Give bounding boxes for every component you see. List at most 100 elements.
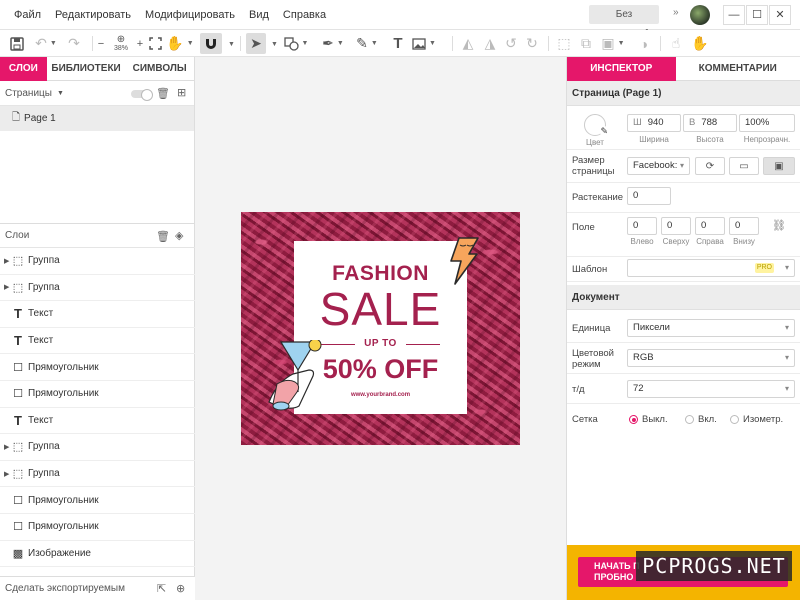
expand-arrow-icon[interactable]: ▶ [4, 257, 9, 265]
rotate-right-icon[interactable]: ↻ [524, 33, 540, 54]
grid-isometric-label[interactable]: Изометр. [743, 414, 783, 425]
bleed-field[interactable]: 0 [627, 187, 671, 205]
menu-file[interactable]: Файл [0, 9, 48, 21]
ungroup-icon[interactable]: ⧉ [578, 33, 594, 54]
add-export-icon[interactable]: ⊕ [176, 582, 185, 595]
group-icon[interactable]: ⬚ [556, 33, 572, 54]
pen-tool-icon[interactable]: ✒ ▼ [320, 33, 346, 54]
layer-row[interactable]: ☐ Прямоугольник [0, 514, 195, 541]
tab-symbols[interactable]: СИМВОЛЫ [125, 57, 194, 81]
layer-row[interactable]: T Текст [0, 408, 195, 435]
margin-left-field[interactable]: 0 [627, 217, 657, 235]
save-icon[interactable] [8, 33, 26, 54]
export-icon[interactable]: ⇱ [157, 582, 166, 595]
make-exportable-link[interactable]: Сделать экспортируемым [5, 583, 125, 594]
color-label: Цвет [586, 138, 604, 147]
layer-row[interactable]: ☐ Прямоугольник [0, 354, 195, 381]
undo-icon[interactable]: ↶ ▼ [32, 33, 60, 54]
image-tool-icon[interactable]: ▼ [411, 33, 437, 54]
template-dropdown[interactable]: PRO ▾ [627, 259, 795, 277]
hand-tool-icon[interactable]: ✋ ▼ [166, 33, 193, 54]
margin-right-field[interactable]: 0 [695, 217, 725, 235]
tab-libraries[interactable]: БИБЛИОТЕКИ [47, 57, 126, 81]
tab-layers[interactable]: СЛОИ [0, 57, 47, 81]
layer-row[interactable]: ▶ ⬚ Группа [0, 434, 195, 461]
shape-tool-icon[interactable]: ▼ [283, 33, 309, 54]
text-tool-icon[interactable]: T [390, 33, 406, 54]
zoom-out-icon[interactable]: − [96, 33, 106, 54]
menu-modify[interactable]: Модифицировать [138, 9, 242, 21]
fit-screen-icon[interactable] [147, 33, 163, 54]
menu-view[interactable]: Вид [242, 9, 276, 21]
layer-row[interactable]: T Текст [0, 301, 195, 328]
grid-off-radio[interactable] [629, 415, 638, 424]
page-item[interactable]: 🗋 Page 1 [0, 106, 194, 131]
pointer-tool-icon[interactable]: ➤ [246, 33, 266, 54]
menu-help[interactable]: Справка [276, 9, 333, 21]
page-size-label: Размер страницы [572, 155, 615, 177]
page-color-swatch[interactable]: ✎ [584, 114, 608, 137]
layer-name: Прямоугольник [28, 521, 99, 533]
dpi-dropdown[interactable]: 72 ▾ [627, 380, 795, 398]
expand-arrow-icon[interactable]: ▶ [4, 283, 9, 291]
maximize-button[interactable]: ☐ [746, 5, 768, 25]
cocktail-glass-icon[interactable] [265, 340, 325, 420]
canvas[interactable]: FASHION SALE UP TO 50% OFF www.yourbrand… [196, 57, 566, 600]
margin-bottom-field[interactable]: 0 [729, 217, 759, 235]
layer-row[interactable]: T Текст [0, 328, 195, 355]
delete-layer-icon[interactable]: 🗑 [156, 230, 170, 243]
flip-horizontal-icon[interactable]: ◭ [460, 33, 476, 54]
grid-off-label[interactable]: Выкл. [642, 414, 668, 425]
grid-on-label[interactable]: Вкл. [698, 414, 717, 425]
opacity-field[interactable]: 100% [739, 114, 795, 132]
close-button[interactable]: ✕ [769, 5, 791, 25]
document-tab[interactable]: Без названия-1 [589, 5, 659, 39]
layer-row[interactable]: ▩ Изображение [0, 541, 195, 568]
artboard[interactable]: FASHION SALE UP TO 50% OFF www.yourbrand… [241, 212, 520, 445]
tabs-overflow-icon[interactable]: » [673, 7, 679, 18]
redo-icon[interactable]: ↷ [66, 33, 82, 54]
add-layer-icon[interactable]: ◈ [175, 229, 183, 242]
layer-text-icon: T [14, 333, 22, 349]
layer-row[interactable]: ▶ ⬚ Группа [0, 461, 195, 488]
delete-page-icon[interactable]: 🗑 [156, 87, 170, 100]
avatar[interactable] [690, 5, 710, 25]
tab-inspector[interactable]: ИНСПЕКТОР [567, 57, 676, 81]
unit-dropdown[interactable]: Пиксели ▾ [627, 319, 795, 337]
grid-isometric-radio[interactable] [730, 415, 739, 424]
menu-edit[interactable]: Редактировать [48, 9, 138, 21]
height-field[interactable]: В 788 [683, 114, 737, 132]
layer-row[interactable]: ☐ Прямоугольник [0, 381, 195, 408]
zoom-control[interactable]: ⊕ 38% [110, 33, 132, 54]
pages-dropdown-icon[interactable]: ▼ [57, 90, 64, 97]
layer-row[interactable]: ▶ ⬚ Группа [0, 275, 195, 302]
pencil-tool-icon[interactable]: ✎ ▼ [354, 33, 380, 54]
rotate-left-icon[interactable]: ↺ [503, 33, 519, 54]
landscape-icon[interactable]: ▣ [763, 157, 795, 175]
sale-text[interactable]: SALE [294, 282, 467, 336]
expand-arrow-icon[interactable]: ▶ [4, 470, 9, 478]
orientation-icon[interactable]: ⟳ [695, 157, 725, 175]
add-page-icon[interactable]: ⊞ [177, 86, 186, 99]
flip-vertical-icon[interactable]: ◮ [482, 33, 498, 54]
minimize-button[interactable]: — [723, 5, 745, 25]
tab-comments[interactable]: КОММЕНТАРИИ [676, 57, 800, 81]
mask-icon[interactable]: ◑ [636, 33, 652, 54]
portrait-icon[interactable]: ▭ [729, 157, 759, 175]
snap-magnet-icon[interactable] [200, 33, 222, 54]
pick-color-icon[interactable]: ☝ [668, 33, 684, 54]
layer-row[interactable]: ☐ Прямоугольник [0, 487, 195, 514]
arrange-icon[interactable]: ▣ ▼ [600, 33, 626, 54]
expand-arrow-icon[interactable]: ▶ [4, 443, 9, 451]
layer-row[interactable]: ▶ ⬚ Группа [0, 248, 195, 275]
pages-toggle[interactable] [131, 89, 153, 101]
lightning-bolt-icon[interactable] [445, 237, 480, 285]
color-mode-dropdown[interactable]: RGB ▾ [627, 349, 795, 367]
width-field[interactable]: Ш 940 [627, 114, 681, 132]
grid-on-radio[interactable] [685, 415, 694, 424]
zoom-in-icon[interactable]: + [135, 33, 145, 54]
paint-bucket-icon[interactable]: ✋ [691, 33, 708, 54]
page-size-dropdown[interactable]: Facebook: ▾ [627, 157, 690, 175]
link-icon[interactable]: ⛓ [772, 219, 786, 232]
margin-top-field[interactable]: 0 [661, 217, 691, 235]
